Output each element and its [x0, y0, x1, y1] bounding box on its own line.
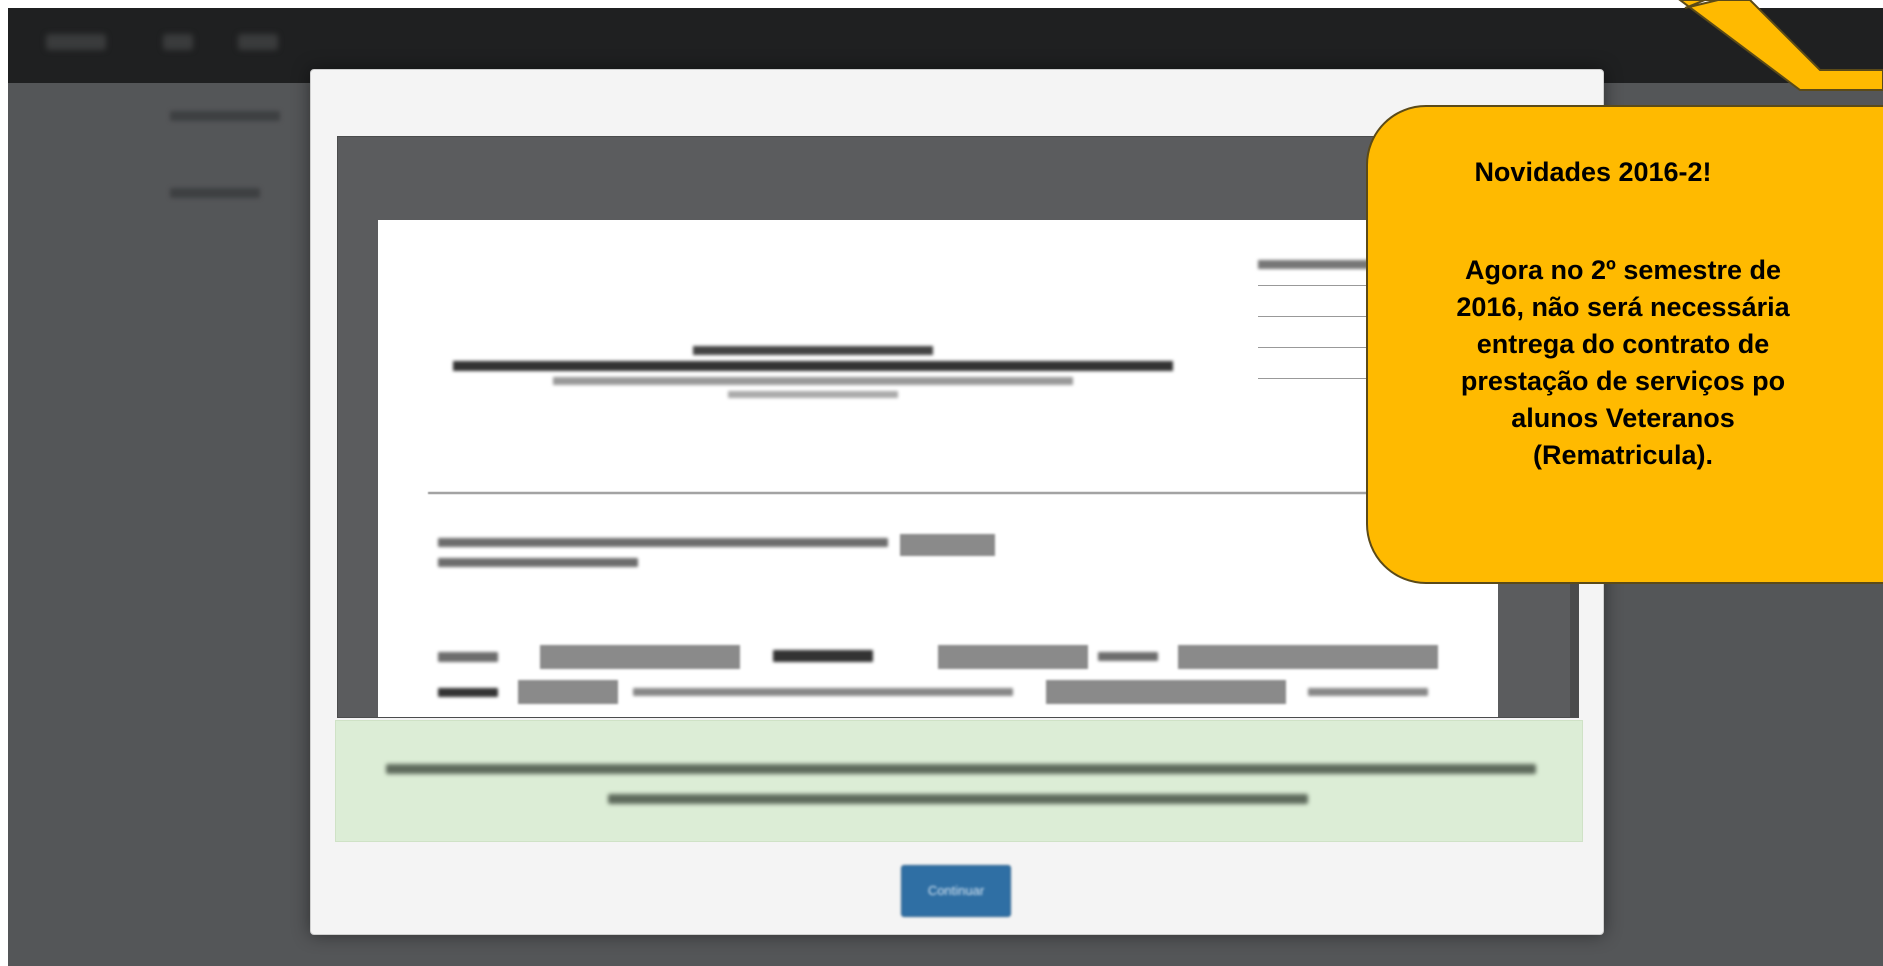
- redacted-field: [938, 645, 1088, 669]
- nav-item[interactable]: [238, 34, 278, 50]
- info-notice: [335, 720, 1583, 842]
- background-page-text: [170, 188, 260, 198]
- document-text: [633, 688, 1013, 696]
- news-callout: Novidades 2016-2! Agora no 2º semestre d…: [1366, 105, 1883, 584]
- redacted-field: [540, 645, 740, 669]
- document-text: [438, 688, 498, 697]
- document-text: [1308, 688, 1428, 696]
- app-logo: [46, 34, 106, 50]
- notice-text-line: [608, 794, 1308, 804]
- arrow-icon: [1678, 0, 1883, 91]
- redacted-field: [1046, 680, 1286, 704]
- document-divider: [428, 492, 1498, 494]
- document-text: [773, 650, 873, 662]
- redacted-field: [1178, 645, 1438, 669]
- document-text: [1098, 652, 1158, 661]
- nav-item[interactable]: [163, 34, 193, 50]
- redacted-field: [518, 680, 618, 704]
- document-text: [438, 538, 888, 547]
- continue-button[interactable]: Continuar: [901, 865, 1011, 917]
- callout-heading: Novidades 2016-2!: [1474, 157, 1712, 187]
- redacted-field: [900, 534, 995, 556]
- background-page-title: [170, 111, 280, 121]
- document-text: [438, 558, 638, 567]
- callout-body: Agora no 2º semestre de 2016, não será n…: [1456, 255, 1790, 470]
- document-text: [438, 652, 498, 662]
- contract-document-page: [378, 220, 1498, 717]
- contract-party-heading: [438, 622, 444, 648]
- notice-text-line: [386, 764, 1536, 774]
- document-heading: [418, 340, 1208, 404]
